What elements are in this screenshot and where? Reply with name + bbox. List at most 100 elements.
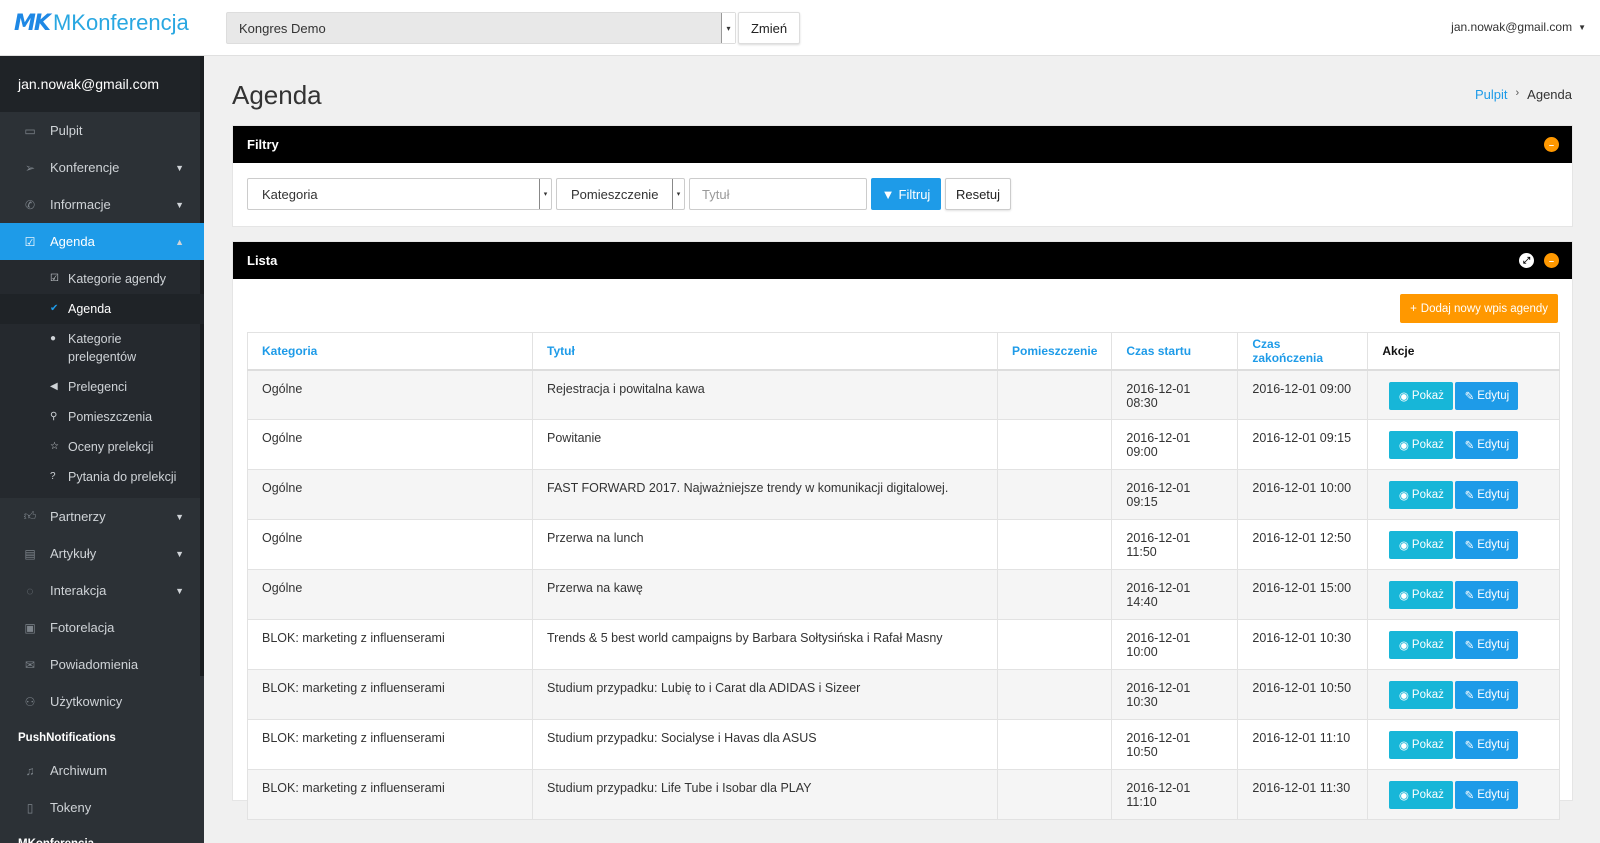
paper-plane-icon: ➢ — [24, 160, 36, 175]
change-conference-button[interactable]: Zmień — [738, 12, 800, 44]
edit-button-label: Edytuj — [1477, 589, 1510, 601]
edit-icon: ✎ — [1464, 440, 1475, 452]
edit-button[interactable]: ✎ Edytuj — [1455, 681, 1519, 709]
edit-button[interactable]: ✎ Edytuj — [1455, 781, 1519, 809]
show-button[interactable]: ◉ Pokaż — [1389, 531, 1454, 559]
room-select[interactable]: Pomieszczenie ▾ — [556, 178, 685, 210]
sidebar-subitem-pomieszczenia[interactable]: ⚲ Pomieszczenia — [0, 402, 204, 432]
column-header-end[interactable]: Czas zakończenia — [1237, 332, 1369, 371]
edit-button[interactable]: ✎ Edytuj — [1455, 531, 1519, 559]
sidebar-item-fotorelacja[interactable]: ▣ Fotorelacja — [0, 609, 204, 646]
conference-select-value: Kongres Demo — [239, 20, 326, 36]
sidebar-subitem-pytania[interactable]: ? Pytania do prelekcji — [0, 462, 204, 492]
sidebar-item-agenda[interactable]: ☑ Agenda ▲ — [0, 223, 204, 260]
show-button[interactable]: ◉ Pokaż — [1389, 631, 1454, 659]
show-button[interactable]: ◉ Pokaż — [1389, 581, 1454, 609]
sidebar-subitem-kategorie-prelegentow[interactable]: ● Kategorie prelegentów — [0, 324, 204, 372]
cell-title: Powitanie — [532, 419, 998, 470]
cell-category: BLOK: marketing z influenserami — [247, 619, 533, 670]
cell-actions: ◉ Pokaż ✎ Edytuj — [1367, 519, 1560, 570]
app-logo[interactable]: MK MKonferencja — [14, 10, 189, 36]
edit-button[interactable]: ✎ Edytuj — [1455, 631, 1519, 659]
edit-button-label: Edytuj — [1477, 789, 1510, 801]
show-button[interactable]: ◉ Pokaż — [1389, 731, 1454, 759]
logo-text: MKonferencja — [52, 10, 189, 35]
collapse-icon[interactable]: – — [1544, 137, 1559, 152]
agenda-submenu: ☑ Kategorie agendy ✔ Agenda ● Kategorie … — [0, 260, 204, 498]
column-header-title[interactable]: Tytuł — [532, 332, 998, 371]
eye-icon: ◉ — [1398, 390, 1409, 403]
show-button[interactable]: ◉ Pokaż — [1389, 781, 1454, 809]
sidebar-item-label: Partnerzy — [50, 509, 106, 524]
show-button[interactable]: ◉ Pokaż — [1389, 481, 1454, 509]
edit-button[interactable]: ✎ Edytuj — [1455, 581, 1519, 609]
cell-title: Trends & 5 best world campaigns by Barba… — [532, 619, 998, 670]
filter-button[interactable]: ▼ Filtruj — [871, 178, 941, 210]
show-button[interactable]: ◉ Pokaż — [1389, 381, 1454, 410]
cell-category: Ogólne — [247, 369, 533, 420]
cell-room — [996, 419, 1113, 470]
sidebar-subitem-oceny-prelekcji[interactable]: ☆ Oceny prelekcji — [0, 432, 204, 462]
sidebar-item-artykuly[interactable]: ▤ Artykuły ▼ — [0, 535, 204, 572]
filters-panel: Filtry – Kategoria ▾ Pomieszczenie ▾ ▼ F… — [232, 125, 1573, 227]
sidebar-subitem-label: Pytania do prelekcji — [68, 470, 177, 484]
edit-button[interactable]: ✎ Edytuj — [1455, 731, 1519, 759]
cell-room — [996, 619, 1113, 670]
show-button-label: Pokaż — [1411, 589, 1444, 601]
sidebar-subitem-kategorie-agendy[interactable]: ☑ Kategorie agendy — [0, 264, 204, 294]
cell-start: 2016-12-01 11:50 — [1111, 519, 1239, 570]
sidebar-item-powiadomienia[interactable]: ✉ Powiadomienia — [0, 646, 204, 683]
title-filter-input[interactable] — [689, 178, 867, 210]
map-marker-icon: ⚲ — [50, 411, 58, 422]
laptop-icon: ▭ — [24, 123, 36, 138]
sidebar-subitem-agenda[interactable]: ✔ Agenda — [0, 294, 204, 324]
eye-icon: ◉ — [1398, 590, 1409, 602]
page-title: Agenda — [232, 80, 322, 110]
cell-title: Rejestracja i powitalna kawa — [532, 369, 998, 420]
conference-select[interactable]: Kongres Demo ▾ — [226, 12, 736, 44]
sidebar-item-archiwum[interactable]: ♫ Archiwum — [0, 752, 204, 789]
breadcrumb-home-link[interactable]: Pulpit — [1475, 87, 1508, 102]
cell-title: Przerwa na kawę — [532, 569, 998, 620]
cell-end: 2016-12-01 11:10 — [1237, 719, 1369, 770]
show-button-label: Pokaż — [1411, 739, 1444, 751]
column-header-room[interactable]: Pomieszczenie — [996, 332, 1113, 371]
edit-icon: ✎ — [1464, 590, 1475, 602]
filters-panel-title: Filtry — [247, 137, 279, 152]
phone-icon: ✆ — [24, 197, 36, 212]
edit-button[interactable]: ✎ Edytuj — [1455, 481, 1519, 509]
expand-icon[interactable]: ⤢ — [1519, 253, 1534, 268]
column-header-category[interactable]: Kategoria — [247, 332, 533, 371]
category-select[interactable]: Kategoria ▾ — [247, 178, 552, 210]
collapse-icon[interactable]: – — [1544, 253, 1559, 268]
edit-button[interactable]: ✎ Edytuj — [1455, 381, 1519, 410]
sidebar-item-konferencje[interactable]: ➢ Konferencje ▼ — [0, 149, 204, 186]
cell-start: 2016-12-01 14:40 — [1111, 569, 1239, 620]
cell-start: 2016-12-01 09:00 — [1111, 419, 1239, 470]
sidebar-item-label: Archiwum — [50, 763, 108, 778]
cell-end: 2016-12-01 09:00 — [1237, 369, 1369, 420]
column-header-start[interactable]: Czas startu — [1111, 332, 1239, 371]
cell-actions: ◉ Pokaż ✎ Edytuj — [1367, 619, 1560, 670]
user-menu[interactable]: jan.nowak@gmail.com ▼ — [1451, 20, 1586, 34]
caret-down-icon: ▼ — [175, 162, 184, 173]
show-button[interactable]: ◉ Pokaż — [1389, 681, 1454, 709]
sidebar-item-uzytkownicy[interactable]: ⚇ Użytkownicy — [0, 683, 204, 720]
edit-button[interactable]: ✎ Edytuj — [1455, 431, 1519, 459]
sidebar-item-informacje[interactable]: ✆ Informacje ▼ — [0, 186, 204, 223]
add-agenda-entry-button[interactable]: + Dodaj nowy wpis agendy — [1400, 294, 1558, 323]
select-arrows-icon: ▾ — [539, 179, 551, 209]
show-button[interactable]: ◉ Pokaż — [1389, 431, 1454, 459]
cell-title: Studium przypadku: Life Tube i Isobar dl… — [532, 769, 998, 820]
sidebar-item-label: Konferencje — [50, 160, 120, 175]
sidebar-item-pulpit[interactable]: ▭ Pulpit — [0, 112, 204, 149]
reset-button[interactable]: Resetuj — [945, 178, 1011, 210]
sidebar-subitem-label: Prelegenci — [68, 380, 128, 394]
edit-icon: ✎ — [1464, 390, 1475, 403]
edit-button-label: Edytuj — [1477, 439, 1510, 451]
cell-room — [996, 519, 1113, 570]
sidebar-item-interakcja[interactable]: ◌ Interakcja ▼ — [0, 572, 204, 609]
sidebar-item-partnerzy[interactable]: 👍︎ Partnerzy ▼ — [0, 498, 204, 535]
sidebar-subitem-prelegenci[interactable]: ◀ Prelegenci — [0, 372, 204, 402]
sidebar-item-tokeny[interactable]: ▯ Tokeny — [0, 789, 204, 826]
